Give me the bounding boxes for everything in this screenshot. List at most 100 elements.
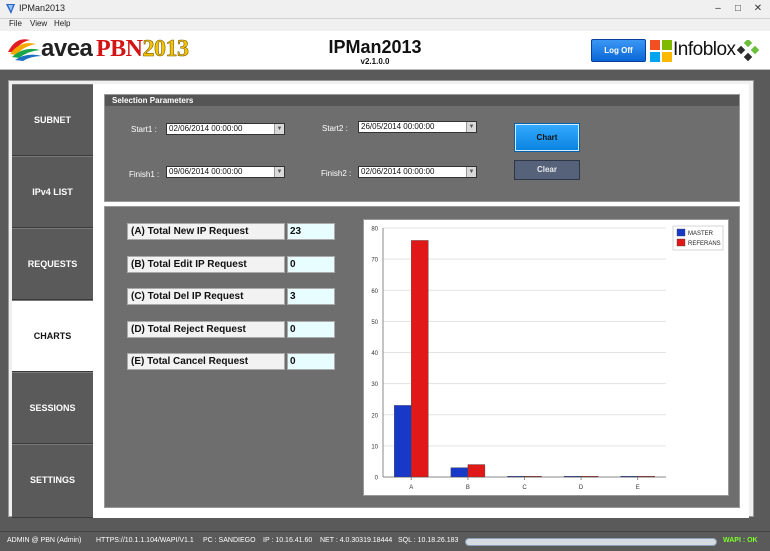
progress-bar bbox=[465, 538, 717, 546]
bar-referans-b bbox=[467, 464, 486, 478]
stat-value-reject[interactable]: 0 bbox=[287, 321, 335, 338]
finish2-label: Finish2 : bbox=[321, 169, 352, 178]
x-tick-label: D bbox=[579, 485, 584, 491]
app-name: IPMan2013 bbox=[328, 37, 422, 57]
nav-subnet[interactable]: SUBNET bbox=[12, 84, 93, 156]
maximize-icon[interactable]: □ bbox=[730, 1, 746, 17]
y-tick-label: 10 bbox=[371, 444, 378, 450]
finish1-datetime[interactable]: 09/06/2014 00:00:00 ▼ bbox=[166, 166, 285, 178]
nav-ipv4-list[interactable]: IPv4 LIST bbox=[12, 156, 93, 228]
logoff-button[interactable]: Log Off bbox=[591, 39, 646, 62]
app-version: v2.1.0.0 bbox=[360, 57, 390, 66]
nav-requests[interactable]: REQUESTS bbox=[12, 228, 93, 300]
status-bar: ADMIN @ PBN (Admin) HTTPS://10.1.1.104/W… bbox=[0, 531, 770, 551]
pbn-brand: PBN2013 bbox=[96, 36, 189, 63]
clear-button[interactable]: Clear bbox=[514, 160, 580, 180]
windows-logo-icon bbox=[650, 40, 672, 62]
start2-value: 26/05/2014 00:00:00 bbox=[361, 122, 435, 131]
menu-view[interactable]: View bbox=[30, 19, 47, 28]
nav-label: CHARTS bbox=[33, 331, 72, 341]
bar-referans-a bbox=[411, 240, 429, 478]
y-tick-label: 70 bbox=[371, 258, 378, 264]
chevron-down-icon[interactable]: ▼ bbox=[274, 167, 284, 177]
y-tick-label: 20 bbox=[371, 413, 378, 419]
stat-label-del: (C) Total Del IP Request bbox=[127, 288, 285, 305]
side-nav: SUBNET IPv4 LIST REQUESTS CHARTS SESSION… bbox=[12, 84, 96, 518]
x-tick-label: A bbox=[409, 485, 413, 491]
infoblox-mark-icon bbox=[737, 40, 760, 62]
y-tick-label: 80 bbox=[371, 227, 378, 233]
x-tick-label: B bbox=[466, 485, 470, 491]
bar-referans-d bbox=[580, 476, 599, 478]
finish2-datetime[interactable]: 02/06/2014 00:00:00 ▼ bbox=[358, 166, 477, 178]
bar-master-e bbox=[620, 476, 638, 478]
status-user: ADMIN @ PBN (Admin) bbox=[7, 537, 82, 544]
status-ip: IP : 10.16.41.60 bbox=[263, 537, 313, 544]
window-title: IPMan2013 bbox=[19, 3, 66, 13]
stat-value-new[interactable]: 23 bbox=[287, 223, 335, 240]
y-tick-label: 30 bbox=[371, 382, 378, 388]
stat-label-edit: (B) Total Edit IP Request bbox=[127, 256, 285, 273]
stat-label-reject: (D) Total Reject Request bbox=[127, 321, 285, 338]
nav-settings[interactable]: SETTINGS bbox=[12, 444, 93, 518]
selection-panel: Selection Parameters bbox=[104, 94, 740, 202]
stat-value-edit[interactable]: 0 bbox=[287, 256, 335, 273]
stat-value-del[interactable]: 3 bbox=[287, 288, 335, 305]
bar-referans-e bbox=[637, 476, 655, 478]
start1-value: 02/06/2014 00:00:00 bbox=[169, 124, 243, 133]
selection-title: Selection Parameters bbox=[105, 95, 739, 106]
y-tick-label: 60 bbox=[371, 289, 378, 295]
finish1-label: Finish1 : bbox=[129, 170, 160, 179]
status-net: NET : 4.0.30319.18444 bbox=[320, 537, 393, 544]
pbn-year: 2013 bbox=[142, 36, 189, 63]
title-bar: IPMan2013 – □ ✕ bbox=[0, 0, 770, 19]
pbn-text: PBN bbox=[96, 36, 143, 62]
x-tick-label: E bbox=[636, 485, 640, 491]
chart-button[interactable]: Chart bbox=[514, 123, 580, 152]
stat-label-cancel: (E) Total Cancel Request bbox=[127, 353, 285, 370]
menu-bar: File View Help bbox=[0, 19, 770, 31]
legend-label: REFERANS bbox=[688, 241, 721, 247]
status-url: HTTPS://10.1.1.104/WAPI/V1.1 bbox=[96, 537, 194, 544]
start1-label: Start1 : bbox=[131, 125, 157, 134]
nav-sessions[interactable]: SESSIONS bbox=[12, 372, 93, 444]
nav-label: REQUESTS bbox=[27, 259, 78, 269]
chevron-down-icon[interactable]: ▼ bbox=[466, 167, 476, 177]
status-sql: SQL : 10.18.26.183 bbox=[398, 537, 459, 544]
app-icon bbox=[6, 4, 15, 14]
chevron-down-icon[interactable]: ▼ bbox=[466, 122, 476, 132]
close-icon[interactable]: ✕ bbox=[750, 1, 766, 17]
start2-label: Start2 : bbox=[322, 124, 348, 133]
menu-file[interactable]: File bbox=[9, 19, 22, 28]
legend-label: MASTER bbox=[688, 231, 714, 237]
finish1-value: 09/06/2014 00:00:00 bbox=[169, 167, 243, 176]
start2-datetime[interactable]: 26/05/2014 00:00:00 ▼ bbox=[358, 121, 477, 133]
menu-help[interactable]: Help bbox=[54, 19, 70, 28]
bar-master-c bbox=[507, 476, 525, 478]
infoblox-brand: Infoblox bbox=[673, 39, 736, 60]
bar-chart: 0 10 20 30 40 50 60 70 80 A B C D E MASTER REFERANS bbox=[371, 225, 724, 491]
legend-swatch bbox=[676, 238, 686, 247]
y-tick-label: 40 bbox=[371, 351, 378, 357]
chart-container: 0 10 20 30 40 50 60 70 80 A B C D E MASTER REFERANS bbox=[363, 219, 729, 496]
bar-master-a bbox=[394, 405, 412, 478]
status-pc: PC : SANDIEGO bbox=[203, 537, 256, 544]
x-tick-label: C bbox=[522, 485, 527, 491]
y-tick-label: 0 bbox=[375, 476, 379, 482]
chevron-down-icon[interactable]: ▼ bbox=[274, 124, 284, 134]
minimize-icon[interactable]: – bbox=[710, 1, 726, 17]
app-header: avea PBN2013 IPMan2013 v2.1.0.0 Log Off … bbox=[0, 31, 770, 70]
bar-master-d bbox=[563, 476, 582, 478]
stat-value-cancel[interactable]: 0 bbox=[287, 353, 335, 370]
y-tick-label: 50 bbox=[371, 320, 378, 326]
legend-swatch bbox=[676, 228, 686, 237]
nav-label: SESSIONS bbox=[29, 403, 76, 413]
nav-label: SUBNET bbox=[33, 115, 71, 125]
bar-referans-c bbox=[524, 476, 542, 478]
start1-datetime[interactable]: 02/06/2014 00:00:00 ▼ bbox=[166, 123, 285, 135]
bar-master-b bbox=[450, 467, 469, 478]
nav-charts[interactable]: CHARTS bbox=[12, 300, 96, 372]
nav-label: IPv4 LIST bbox=[32, 187, 73, 197]
stat-label-new: (A) Total New IP Request bbox=[127, 223, 285, 240]
status-wapi: WAPI : OK bbox=[723, 537, 758, 544]
